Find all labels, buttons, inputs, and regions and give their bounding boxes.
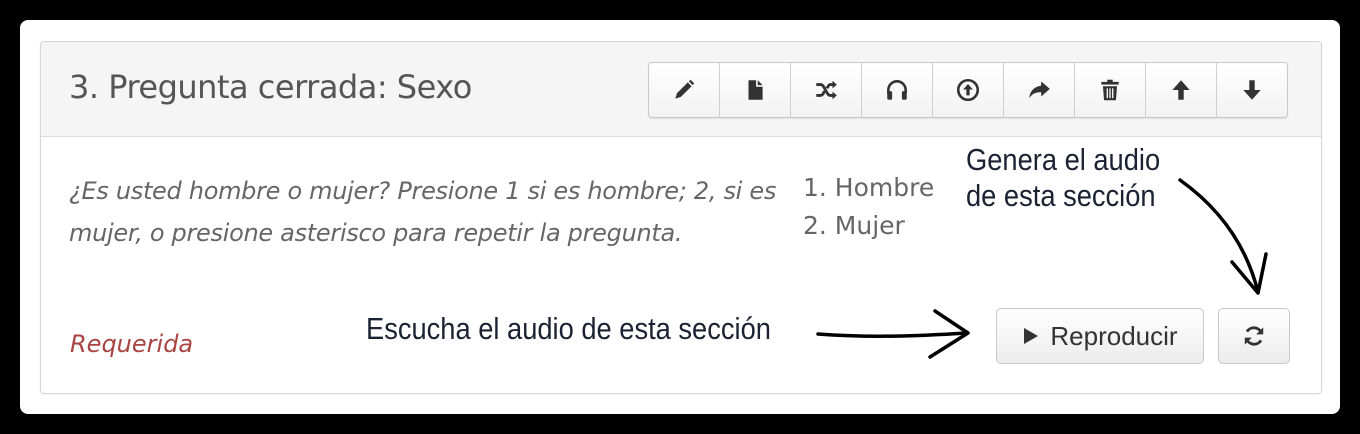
trash-icon (1101, 79, 1119, 101)
share-button[interactable] (1004, 63, 1075, 117)
play-button-label: Reproducir (1050, 320, 1178, 351)
answer-options: 1. Hombre 2. Mujer (803, 169, 934, 245)
pencil-icon (675, 79, 695, 99)
question-toolbar (648, 62, 1288, 118)
file-icon (748, 80, 763, 100)
upload-button[interactable] (933, 63, 1004, 117)
shuffle-icon (816, 80, 837, 100)
move-up-button[interactable] (1146, 63, 1217, 117)
play-button[interactable]: Reproducir (996, 308, 1204, 364)
arrow-down-icon (1243, 80, 1261, 100)
annotation-generate-line1: Genera el audio (966, 142, 1161, 177)
delete-button[interactable] (1075, 63, 1146, 117)
required-label: Requerida (70, 330, 194, 358)
headphones-icon (887, 80, 907, 100)
refresh-icon (1244, 326, 1264, 346)
annotation-generate: Genera el audio de esta sección (966, 142, 1160, 214)
move-down-button[interactable] (1217, 63, 1287, 117)
annotation-listen: Escucha el audio de esta sección (366, 311, 771, 346)
edit-button[interactable] (649, 63, 720, 117)
regenerate-audio-button[interactable] (1218, 308, 1290, 364)
question-title: 3. Pregunta cerrada: Sexo (69, 68, 472, 106)
play-icon (1024, 328, 1039, 344)
annotation-generate-line2: de esta sección (966, 178, 1156, 213)
headphones-button[interactable] (862, 63, 933, 117)
upload-circle-icon (956, 78, 980, 102)
panel-header: 3. Pregunta cerrada: Sexo (41, 42, 1321, 137)
arrow-up-icon (1172, 80, 1190, 100)
option-item: 2. Mujer (803, 211, 905, 240)
shuffle-button[interactable] (791, 63, 862, 117)
screenshot-frame: 3. Pregunta cerrada: Sexo ¿Es usted homb… (20, 20, 1340, 414)
share-arrow-icon (1029, 81, 1050, 99)
option-item: 1. Hombre (803, 173, 935, 202)
question-text: ¿Es usted hombre o mujer? Presione 1 si … (69, 177, 777, 247)
file-button[interactable] (720, 63, 791, 117)
